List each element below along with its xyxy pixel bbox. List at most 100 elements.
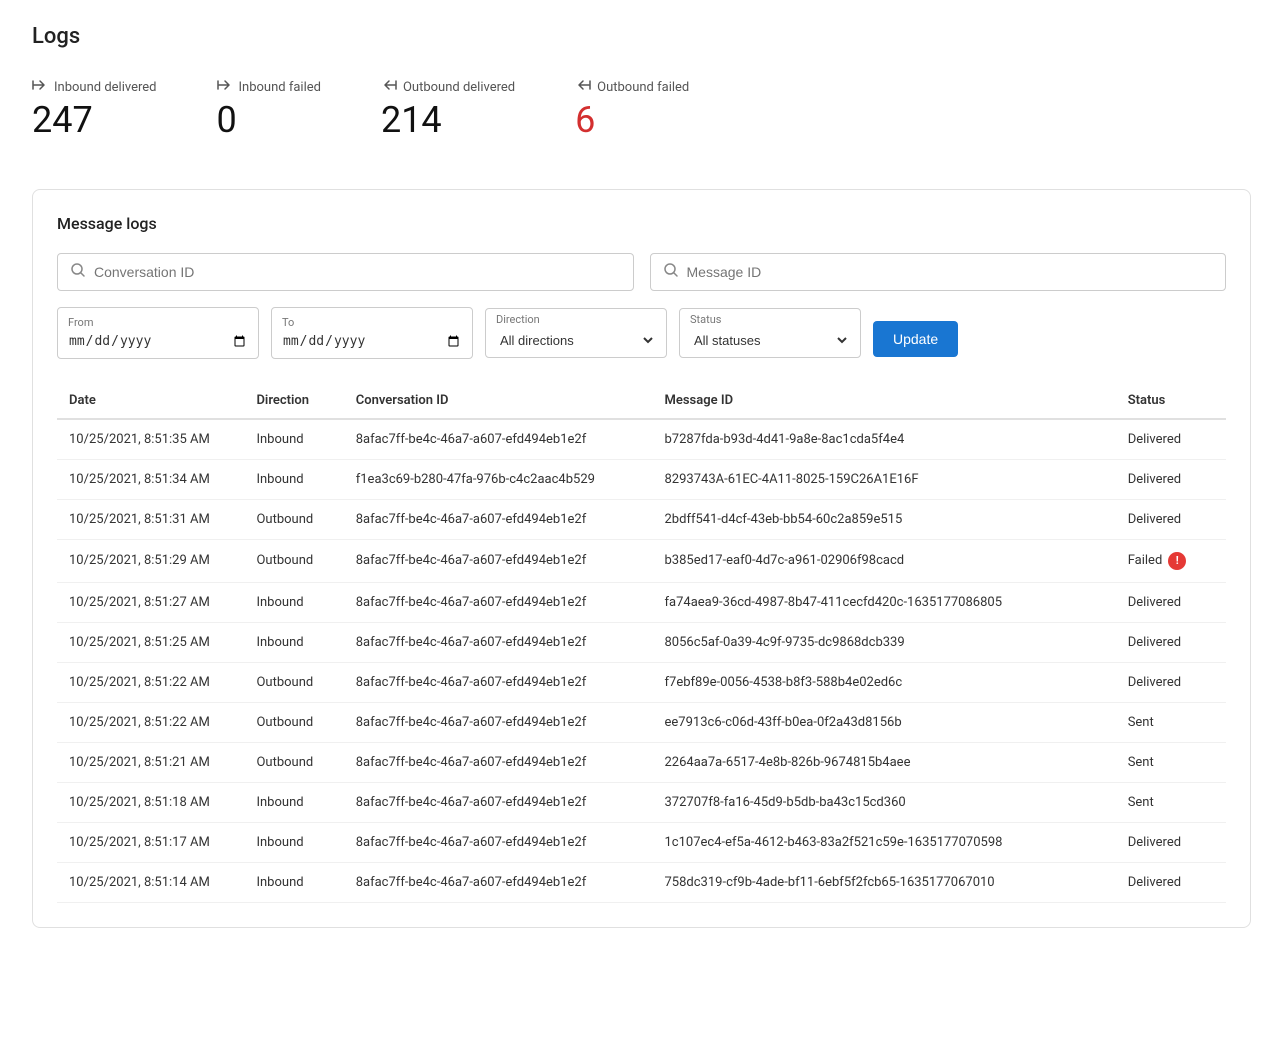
col-header-date: Date [57, 383, 244, 419]
stat-inbound-delivered-label: Inbound delivered [54, 80, 157, 95]
stat-inbound-delivered: Inbound delivered 247 [32, 77, 157, 141]
cell-status: Delivered [1116, 862, 1226, 902]
cell-status: Sent [1116, 702, 1226, 742]
stat-outbound-failed-label: Outbound failed [597, 80, 689, 95]
cell-direction: Inbound [244, 862, 343, 902]
to-date-field: To [271, 307, 473, 359]
cell-direction: Inbound [244, 822, 343, 862]
status-field: Status All statuses Delivered Failed Sen… [679, 308, 861, 358]
failed-icon: ! [1168, 552, 1186, 570]
cell-status: Delivered [1116, 459, 1226, 499]
cell-conv-id: 8afac7ff-be4c-46a7-a607-efd494eb1e2f [344, 782, 653, 822]
direction-select[interactable]: All directions Inbound Outbound [496, 328, 656, 353]
cell-status: Delivered [1116, 662, 1226, 702]
direction-label: Direction [496, 313, 656, 326]
table-row: 10/25/2021, 8:51:22 AMOutbound8afac7ff-b… [57, 662, 1226, 702]
update-button[interactable]: Update [873, 321, 958, 357]
cell-date: 10/25/2021, 8:51:17 AM [57, 822, 244, 862]
status-failed: Failed! [1128, 552, 1214, 570]
cell-date: 10/25/2021, 8:51:34 AM [57, 459, 244, 499]
table-row: 10/25/2021, 8:51:27 AMInbound8afac7ff-be… [57, 582, 1226, 622]
stat-outbound-failed: Outbound failed 6 [575, 77, 689, 141]
from-date-field: From [57, 307, 259, 359]
message-id-search-box [650, 253, 1227, 291]
cell-conv-id: 8afac7ff-be4c-46a7-a607-efd494eb1e2f [344, 742, 653, 782]
to-date-input[interactable] [282, 333, 462, 350]
cell-msg-id: f7ebf89e-0056-4538-b8f3-588b4e02ed6c [653, 662, 1116, 702]
cell-direction: Outbound [244, 662, 343, 702]
cell-conv-id: 8afac7ff-be4c-46a7-a607-efd494eb1e2f [344, 499, 653, 539]
cell-status: Failed! [1116, 539, 1226, 582]
card-title: Message logs [57, 214, 1226, 233]
cell-status: Delivered [1116, 499, 1226, 539]
message-id-input[interactable] [687, 264, 1214, 280]
table-body: 10/25/2021, 8:51:35 AMInbound8afac7ff-be… [57, 419, 1226, 903]
search-row [57, 253, 1226, 291]
status-label: Status [690, 313, 850, 326]
table-row: 10/25/2021, 8:51:31 AMOutbound8afac7ff-b… [57, 499, 1226, 539]
cell-conv-id: 8afac7ff-be4c-46a7-a607-efd494eb1e2f [344, 622, 653, 662]
cell-msg-id: 758dc319-cf9b-4ade-bf11-6ebf5f2fcb65-163… [653, 862, 1116, 902]
cell-date: 10/25/2021, 8:51:29 AM [57, 539, 244, 582]
cell-conv-id: f1ea3c69-b280-47fa-976b-c4c2aac4b529 [344, 459, 653, 499]
cell-conv-id: 8afac7ff-be4c-46a7-a607-efd494eb1e2f [344, 662, 653, 702]
cell-direction: Inbound [244, 782, 343, 822]
outbound-failed-icon [575, 77, 591, 97]
cell-date: 10/25/2021, 8:51:31 AM [57, 499, 244, 539]
cell-msg-id: b7287fda-b93d-4d41-9a8e-8ac1cda5f4e4 [653, 419, 1116, 460]
cell-status: Delivered [1116, 419, 1226, 460]
inbound-delivered-icon [32, 77, 48, 97]
conversation-search-icon [70, 262, 86, 282]
table-row: 10/25/2021, 8:51:21 AMOutbound8afac7ff-b… [57, 742, 1226, 782]
filters-row: From To Direction All directions Inbound… [57, 307, 1226, 359]
inbound-failed-icon [217, 77, 233, 97]
outbound-delivered-icon [381, 77, 397, 97]
cell-conv-id: 8afac7ff-be4c-46a7-a607-efd494eb1e2f [344, 539, 653, 582]
cell-date: 10/25/2021, 8:51:21 AM [57, 742, 244, 782]
table-row: 10/25/2021, 8:51:17 AMInbound8afac7ff-be… [57, 822, 1226, 862]
to-label: To [282, 316, 462, 329]
status-select[interactable]: All statuses Delivered Failed Sent [690, 328, 850, 353]
cell-date: 10/25/2021, 8:51:35 AM [57, 419, 244, 460]
cell-msg-id: 2264aa7a-6517-4e8b-826b-9674815b4aee [653, 742, 1116, 782]
from-label: From [68, 316, 248, 329]
cell-msg-id: 1c107ec4-ef5a-4612-b463-83a2f521c59e-163… [653, 822, 1116, 862]
col-header-msg-id: Message ID [653, 383, 1116, 419]
cell-direction: Inbound [244, 582, 343, 622]
cell-status: Delivered [1116, 822, 1226, 862]
message-search-icon [663, 262, 679, 282]
cell-direction: Inbound [244, 459, 343, 499]
cell-msg-id: ee7913c6-c06d-43ff-b0ea-0f2a43d8156b [653, 702, 1116, 742]
cell-msg-id: 372707f8-fa16-45d9-b5db-ba43c15cd360 [653, 782, 1116, 822]
cell-conv-id: 8afac7ff-be4c-46a7-a607-efd494eb1e2f [344, 862, 653, 902]
stats-row: Inbound delivered 247 Inbound failed 0 [32, 77, 1251, 157]
table-row: 10/25/2021, 8:51:14 AMInbound8afac7ff-be… [57, 862, 1226, 902]
cell-msg-id: b385ed17-eaf0-4d7c-a961-02906f98cacd [653, 539, 1116, 582]
cell-status: Sent [1116, 782, 1226, 822]
conversation-id-input[interactable] [94, 264, 621, 280]
cell-status: Sent [1116, 742, 1226, 782]
cell-date: 10/25/2021, 8:51:25 AM [57, 622, 244, 662]
cell-date: 10/25/2021, 8:51:18 AM [57, 782, 244, 822]
stat-outbound-failed-value: 6 [575, 101, 689, 141]
cell-msg-id: 8056c5af-0a39-4c9f-9735-dc9868dcb339 [653, 622, 1116, 662]
cell-msg-id: fa74aea9-36cd-4987-8b47-411cecfd420c-163… [653, 582, 1116, 622]
message-logs-table: Date Direction Conversation ID Message I… [57, 383, 1226, 903]
cell-conv-id: 8afac7ff-be4c-46a7-a607-efd494eb1e2f [344, 582, 653, 622]
cell-date: 10/25/2021, 8:51:22 AM [57, 702, 244, 742]
page-title: Logs [32, 24, 1251, 49]
col-header-status: Status [1116, 383, 1226, 419]
message-logs-card: Message logs [32, 189, 1251, 928]
stat-outbound-delivered-value: 214 [381, 101, 515, 141]
stat-inbound-delivered-value: 247 [32, 101, 157, 141]
table-row: 10/25/2021, 8:51:18 AMInbound8afac7ff-be… [57, 782, 1226, 822]
table-row: 10/25/2021, 8:51:35 AMInbound8afac7ff-be… [57, 419, 1226, 460]
cell-status: Delivered [1116, 582, 1226, 622]
stat-outbound-delivered: Outbound delivered 214 [381, 77, 515, 141]
col-header-direction: Direction [244, 383, 343, 419]
cell-msg-id: 2bdff541-d4cf-43eb-bb54-60c2a859e515 [653, 499, 1116, 539]
stat-inbound-failed: Inbound failed 0 [217, 77, 321, 141]
from-date-input[interactable] [68, 333, 248, 350]
stat-outbound-delivered-label: Outbound delivered [403, 80, 515, 95]
cell-date: 10/25/2021, 8:51:27 AM [57, 582, 244, 622]
